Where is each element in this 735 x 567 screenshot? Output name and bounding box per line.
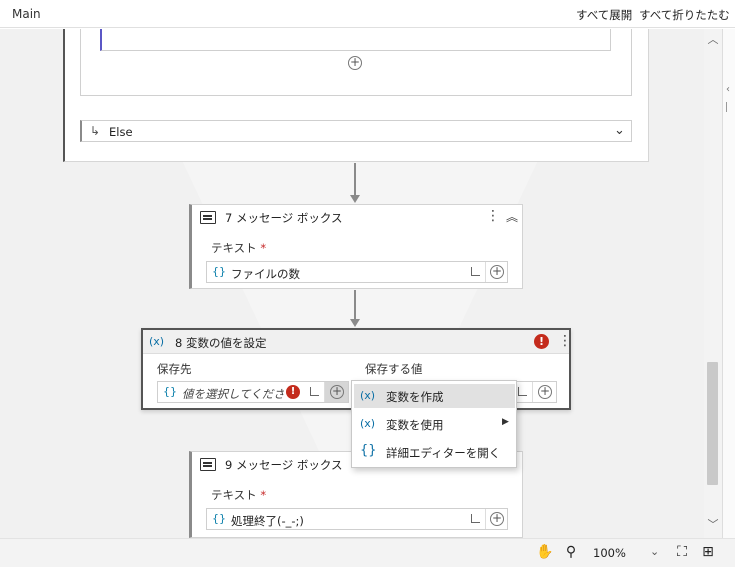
kebab-menu-icon[interactable]: ⋮ — [558, 333, 572, 349]
then-branch-field[interactable] — [100, 29, 611, 51]
connector-line — [354, 290, 356, 320]
workflow-title: Main — [12, 7, 41, 21]
variable-icon: (x) — [149, 335, 165, 348]
expand-all-button[interactable]: すべて展開 — [576, 7, 632, 23]
text-field[interactable]: {} 処理終了(-_-;) + — [206, 508, 508, 530]
text-field[interactable]: {} ファイルの数 + — [206, 261, 508, 283]
expand-editor-icon[interactable] — [518, 387, 527, 396]
scrollbar-thumb[interactable] — [707, 362, 718, 485]
chevron-down-icon: ⌄ — [650, 545, 660, 558]
designer-footer: ✋ ⚲ 100% ⌄ ⛶ ⊞ — [0, 538, 735, 567]
save-to-placeholder[interactable]: 値を選択してください。 — [182, 386, 284, 402]
else-branch-row[interactable]: ↳ Else ⌄ — [80, 120, 632, 142]
variable-icon: (x) — [360, 417, 376, 430]
plus-menu-icon[interactable]: + — [538, 385, 552, 399]
menu-item-label: 変数を使用 — [386, 418, 444, 432]
error-icon[interactable]: ! — [534, 334, 549, 349]
message-box-activity-7[interactable]: 7 メッセージ ボックス ⋮ ︽ テキスト * {} ファイルの数 + — [189, 204, 523, 289]
activity-header[interactable]: (x) 8 変数の値を設定 ! ⋮ — [143, 330, 572, 354]
activity-title: 9 メッセージ ボックス — [225, 458, 343, 472]
zoom-select[interactable]: 100% ⌄ — [588, 544, 664, 562]
message-box-icon — [200, 458, 216, 471]
value-to-save-label: 保存する値 — [365, 362, 423, 376]
message-box-icon — [200, 211, 216, 224]
braces-icon: {} — [212, 265, 226, 278]
overview-map-icon[interactable]: ⊞ — [699, 544, 717, 562]
field-separator — [485, 262, 486, 282]
plus-menu-icon[interactable]: + — [330, 385, 344, 399]
zoom-value: 100% — [593, 546, 626, 560]
save-to-field[interactable]: {} 値を選択してください。 ! + — [157, 381, 349, 403]
text-field-label: テキスト * — [211, 488, 267, 502]
expand-editor-icon[interactable] — [310, 387, 319, 396]
error-icon[interactable]: ! — [286, 385, 300, 399]
vertical-scrollbar[interactable]: ︿ ﹀ — [704, 29, 722, 538]
menu-item-use-variable[interactable]: (x) 変数を使用 ▶ — [354, 412, 515, 436]
collapse-all-button[interactable]: すべて折りたたむ — [639, 7, 730, 23]
plus-menu-icon[interactable]: + — [490, 265, 504, 279]
kebab-menu-icon[interactable]: ⋮ — [486, 208, 500, 224]
hand-pan-icon[interactable]: ✋ — [536, 544, 554, 562]
braces-icon: {} — [360, 443, 377, 458]
plus-context-menu: (x) 変数を作成 (x) 変数を使用 ▶ {} 詳細エディターを開く — [351, 380, 517, 468]
connector-arrow-icon — [350, 319, 360, 327]
menu-item-label: 詳細エディターを開く — [386, 446, 501, 460]
plus-menu-icon[interactable]: + — [490, 512, 504, 526]
else-label: Else — [109, 125, 133, 139]
designer-header: Main すべて展開 すべて折りたたむ — [0, 0, 735, 28]
scroll-down-icon[interactable]: ﹀ — [707, 516, 719, 531]
scroll-up-icon[interactable]: ︿ — [707, 31, 719, 46]
variable-icon: (x) — [360, 389, 376, 402]
add-activity-icon[interactable]: + — [348, 56, 362, 70]
connector-arrow-icon — [350, 195, 360, 203]
field-separator — [532, 382, 533, 402]
braces-icon: {} — [163, 385, 177, 398]
menu-item-label: 変数を作成 — [386, 390, 444, 404]
text-field-value[interactable]: 処理終了(-_-;) — [231, 513, 304, 529]
submenu-arrow-icon: ▶ — [502, 417, 509, 427]
fit-to-screen-icon[interactable]: ⛶ — [673, 544, 691, 562]
expand-editor-icon[interactable] — [471, 514, 480, 523]
field-separator — [485, 509, 486, 529]
braces-icon: {} — [212, 512, 226, 525]
chevron-left-icon[interactable]: ‹ — [726, 84, 734, 96]
zoom-search-icon[interactable]: ⚲ — [562, 544, 580, 562]
else-arrow-icon: ↳ — [90, 124, 101, 138]
chevron-down-icon[interactable]: ⌄ — [614, 123, 625, 138]
collapse-activity-icon[interactable]: ︽ — [506, 208, 518, 225]
menu-item-create-variable[interactable]: (x) 変数を作成 — [354, 384, 515, 408]
save-to-label: 保存先 — [157, 362, 192, 376]
text-field-label: テキスト * — [211, 241, 267, 255]
connector-line — [354, 163, 356, 195]
menu-item-open-advanced-editor[interactable]: {} 詳細エディターを開く — [354, 440, 515, 464]
panel-divider — [726, 102, 734, 112]
activity-title: 8 変数の値を設定 — [175, 336, 267, 350]
activity-title: 7 メッセージ ボックス — [225, 211, 343, 225]
text-field-value[interactable]: ファイルの数 — [231, 266, 300, 282]
right-panel-edge: ‹ — [722, 29, 735, 538]
expand-editor-icon[interactable] — [471, 267, 480, 276]
